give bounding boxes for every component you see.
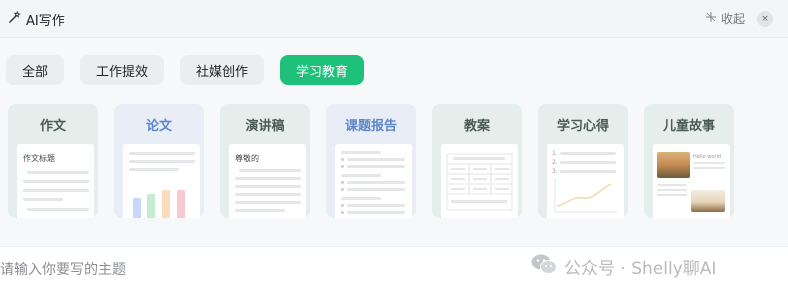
template-cards: 作文 作文标题 论文 演讲稿 尊敬的 课题报告 教案 学习心得 1. 2. 3.…	[8, 104, 734, 218]
card-preview: 尊敬的	[229, 144, 306, 218]
card-speech[interactable]: 演讲稿 尊敬的	[220, 104, 310, 218]
card-paper[interactable]: 论文	[114, 104, 204, 218]
wechat-icon	[530, 253, 558, 280]
card-study-notes[interactable]: 学习心得 1. 2. 3.	[538, 104, 628, 218]
story-image-2	[691, 190, 725, 212]
story-image-1	[657, 152, 690, 178]
card-preview	[441, 144, 518, 218]
tab-social-media[interactable]: 社媒创作	[180, 55, 265, 85]
table-preview-icon	[446, 153, 513, 211]
watermark-text: 公众号 · Shelly聊AI	[564, 259, 717, 279]
template-panel: 全部 工作提效 社媒创作 学习教育 作文 作文标题 论文 演讲稿 尊敬的 课题报…	[0, 38, 788, 246]
card-title: 演讲稿	[245, 118, 285, 134]
card-preview: Hello world	[653, 144, 730, 218]
card-research-report[interactable]: 课题报告	[326, 104, 416, 218]
card-title: 作文	[39, 118, 66, 134]
line-chart-icon	[554, 178, 617, 213]
panel-title-text: AI写作	[26, 14, 65, 29]
category-tabs: 全部 工作提效 社媒创作 学习教育	[6, 55, 365, 85]
collapse-button[interactable]: 收起	[705, 10, 745, 27]
input-bar: 公众号 · Shelly聊AI	[0, 246, 788, 294]
panel-title: AI写作	[8, 10, 65, 29]
tab-education[interactable]: 学习教育	[280, 55, 365, 85]
preview-heading: 尊敬的	[235, 154, 259, 163]
card-childrens-story[interactable]: 儿童故事 Hello world	[644, 104, 734, 218]
collapse-label: 收起	[721, 12, 746, 26]
card-title: 学习心得	[556, 118, 609, 134]
story-caption: Hello world	[693, 154, 722, 160]
card-preview	[123, 144, 200, 218]
topic-input[interactable]	[0, 259, 500, 281]
magic-wand-icon	[8, 10, 21, 28]
collapse-icon	[705, 11, 717, 26]
card-essay[interactable]: 作文 作文标题	[8, 104, 98, 218]
wechat-watermark: 公众号 · Shelly聊AI	[530, 253, 716, 280]
tab-all[interactable]: 全部	[6, 55, 65, 85]
card-lesson-plan[interactable]: 教案	[432, 104, 522, 218]
close-button[interactable]: ×	[757, 11, 773, 27]
card-preview: 1. 2. 3.	[547, 144, 624, 218]
panel-header: AI写作 收起 ×	[0, 0, 788, 38]
card-preview: 作文标题	[17, 144, 94, 218]
card-title: 教案	[463, 118, 490, 134]
close-icon: ×	[761, 14, 769, 24]
card-preview	[335, 144, 412, 218]
card-title: 儿童故事	[662, 118, 715, 134]
tab-work-efficiency[interactable]: 工作提效	[80, 55, 165, 85]
preview-heading: 作文标题	[23, 154, 55, 163]
card-title: 课题报告	[344, 118, 397, 134]
card-title: 论文	[145, 118, 172, 134]
